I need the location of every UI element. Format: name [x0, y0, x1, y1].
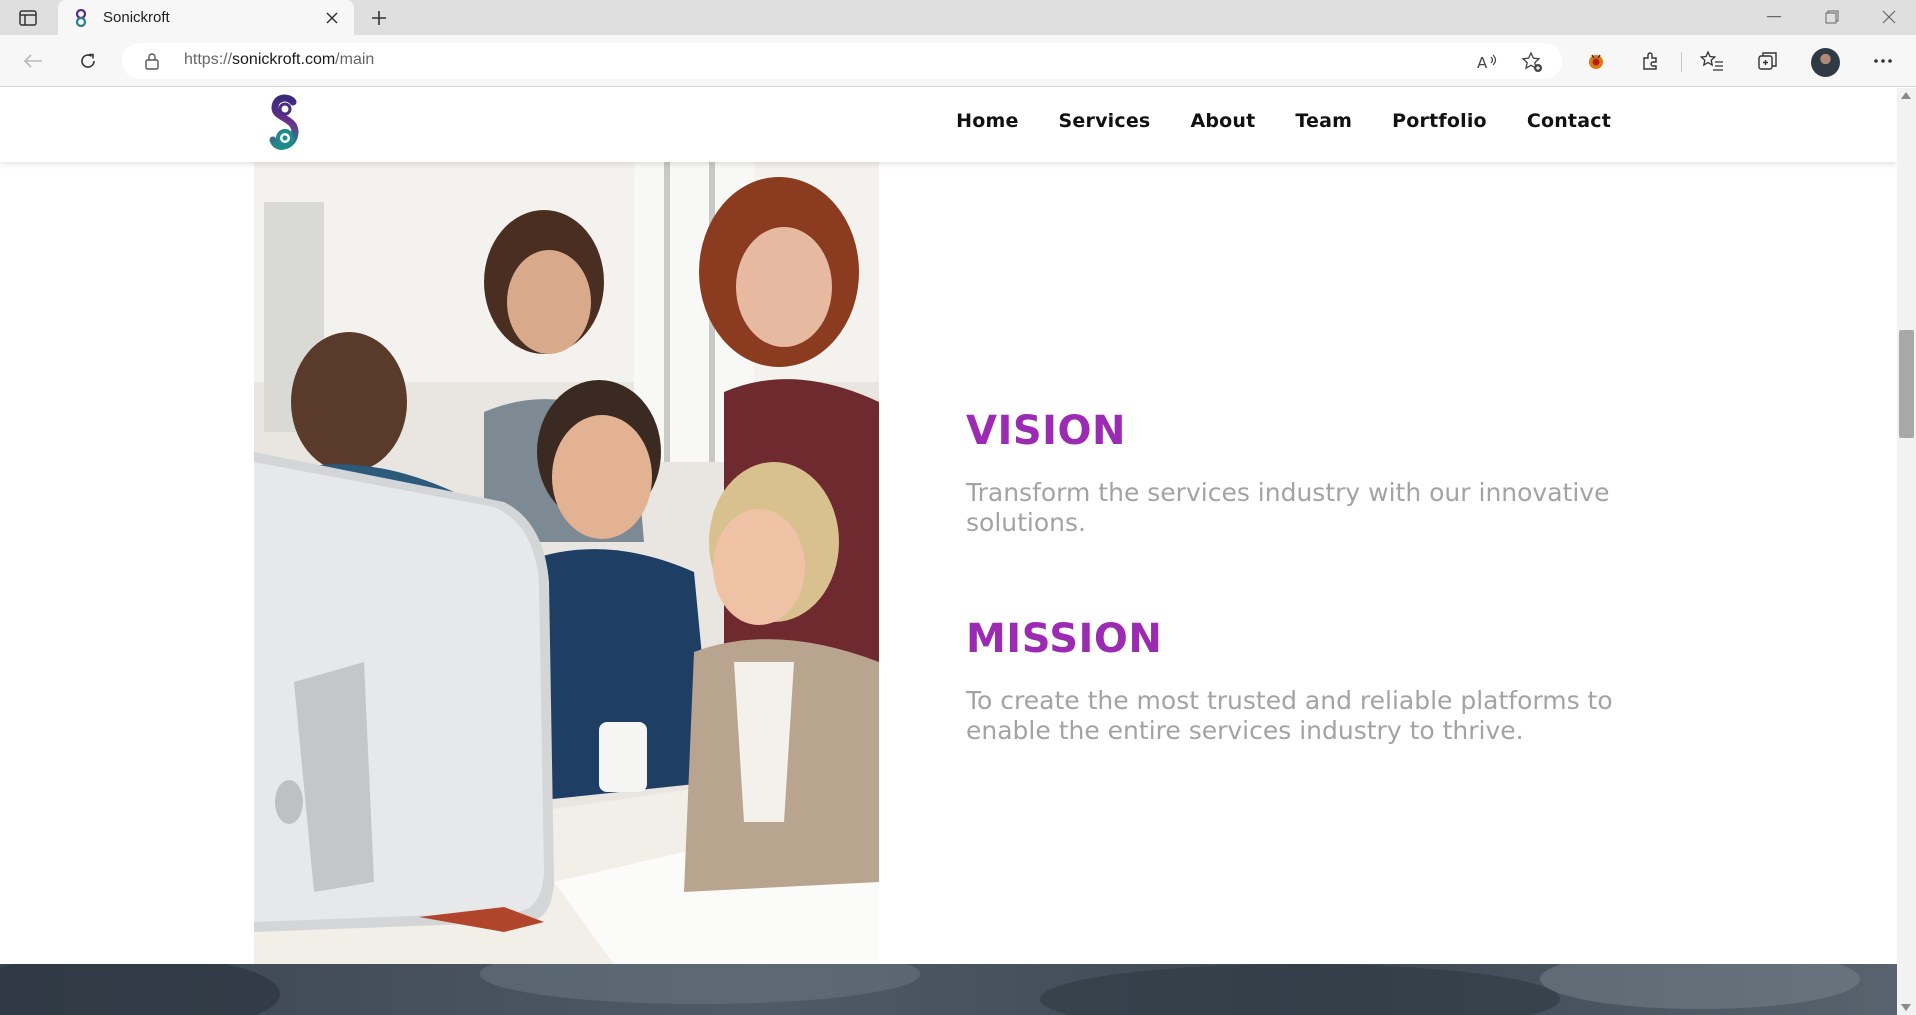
nav-services[interactable]: Services: [1059, 110, 1151, 132]
browser-tab[interactable]: Sonickroft: [58, 0, 354, 35]
nav-contact[interactable]: Contact: [1527, 110, 1611, 132]
page-viewport: Home Services About Team Portfolio Conta…: [0, 88, 1897, 1015]
mission-section: MISSION To create the most trusted and r…: [966, 616, 1666, 746]
main-nav: Home Services About Team Portfolio Conta…: [956, 110, 1611, 132]
site-header: Home Services About Team Portfolio Conta…: [0, 88, 1897, 162]
plus-icon[interactable]: [366, 6, 392, 30]
arrow-left-icon[interactable]: [18, 47, 48, 75]
scroll-down-icon[interactable]: [1901, 1004, 1911, 1011]
vision-text: Transform the services industry with our…: [966, 478, 1610, 537]
url-text[interactable]: https://sonickroft.com/main: [184, 51, 374, 69]
nav-portfolio[interactable]: Portfolio: [1392, 110, 1487, 132]
browser-tab-bar: Sonickroft: [0, 0, 1916, 35]
nav-home[interactable]: Home: [956, 110, 1018, 132]
puzzle-icon[interactable]: [1636, 47, 1666, 75]
page-scrollbar[interactable]: [1897, 88, 1916, 1015]
scroll-up-icon[interactable]: [1901, 92, 1911, 99]
tab-title: Sonickroft: [103, 9, 170, 26]
address-bar[interactable]: https://sonickroft.com/main A: [122, 43, 1562, 79]
svg-text:A: A: [1477, 54, 1488, 71]
scrollbar-thumb[interactable]: [1899, 330, 1914, 438]
refresh-icon[interactable]: [73, 47, 103, 75]
minimize-icon[interactable]: [1754, 4, 1794, 30]
mission-text: To create the most trusted and reliable …: [966, 686, 1613, 745]
team-photo: [254, 162, 879, 964]
site-favicon-icon: [75, 8, 87, 27]
next-section-banner: [0, 964, 1897, 1015]
sonickroft-logo[interactable]: [265, 94, 305, 156]
browser-toolbar: https://sonickroft.com/main A: [0, 35, 1916, 87]
close-icon[interactable]: [322, 8, 342, 28]
collections-icon[interactable]: [1753, 47, 1783, 75]
nav-about[interactable]: About: [1190, 110, 1255, 132]
tab-actions-icon[interactable]: [14, 6, 42, 30]
mission-title: MISSION: [966, 616, 1163, 662]
more-icon[interactable]: [1868, 47, 1898, 75]
restore-icon[interactable]: [1812, 4, 1852, 30]
star-add-icon[interactable]: [1520, 50, 1544, 74]
avatar[interactable]: [1811, 48, 1840, 77]
vision-section: VISION Transform the services industry w…: [966, 408, 1666, 538]
read-aloud-icon[interactable]: A: [1476, 50, 1500, 74]
extension-badge-icon[interactable]: [1581, 47, 1611, 75]
window-close-icon[interactable]: [1869, 4, 1909, 30]
favorites-list-icon[interactable]: [1697, 47, 1727, 75]
toolbar-divider: [1681, 52, 1682, 72]
vision-title: VISION: [966, 408, 1127, 454]
lock-icon[interactable]: [144, 52, 160, 70]
nav-team[interactable]: Team: [1295, 110, 1352, 132]
